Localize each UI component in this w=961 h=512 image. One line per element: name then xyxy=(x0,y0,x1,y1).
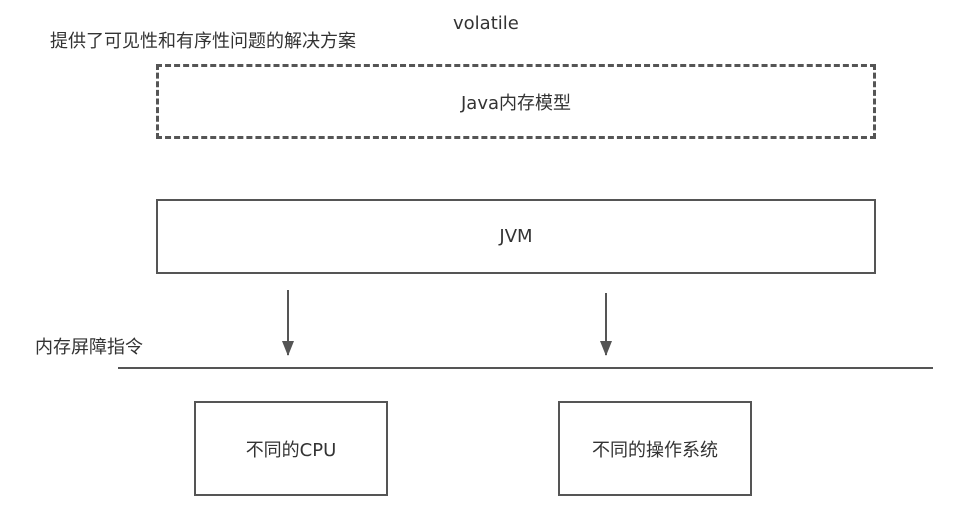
connector-lines xyxy=(118,290,933,369)
memory-barrier-label: 内存屏障指令 xyxy=(35,337,143,358)
cpu-box: 不同的CPU xyxy=(194,401,388,496)
os-box: 不同的操作系统 xyxy=(558,401,752,496)
cpu-label: 不同的CPU xyxy=(245,439,337,461)
arrowhead-to-os xyxy=(600,341,612,356)
arrowhead-to-cpu xyxy=(282,341,294,356)
os-label: 不同的操作系统 xyxy=(592,439,718,461)
